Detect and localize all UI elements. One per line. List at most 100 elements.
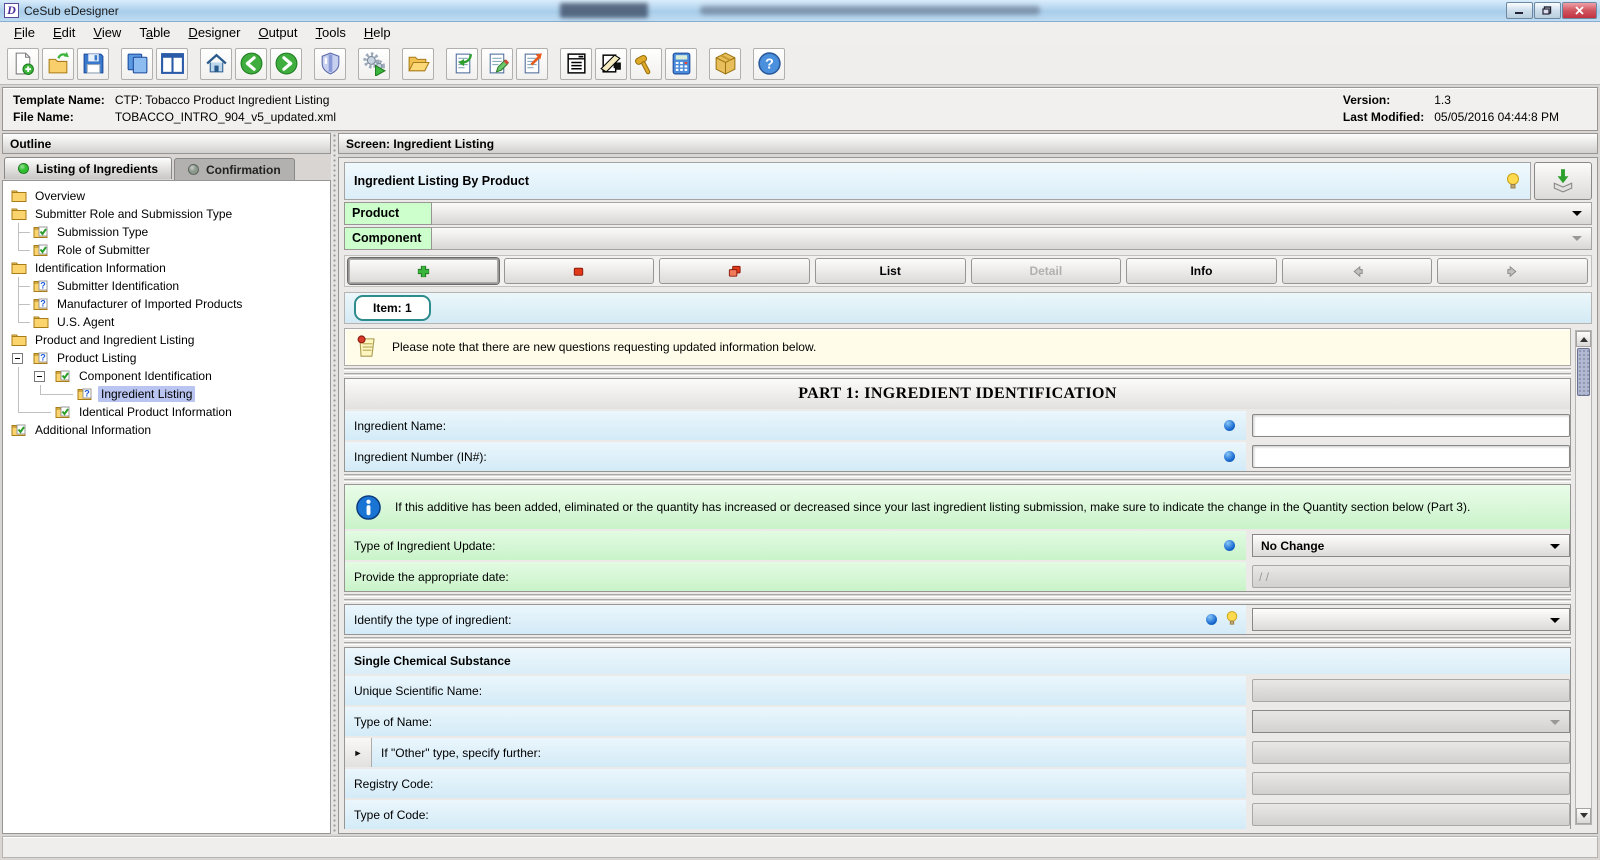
- form-row-type-of-name: Type of Name:: [345, 707, 1570, 736]
- maximize-button[interactable]: [1534, 2, 1561, 19]
- back-button[interactable]: [235, 47, 267, 80]
- template-name-value: CTP: Tobacco Product Ingredient Listing: [114, 93, 330, 107]
- tree-item-additional-information[interactable]: Additional Information: [11, 421, 330, 439]
- info-button[interactable]: Info: [1126, 258, 1277, 284]
- duplicate-view-button[interactable]: [121, 47, 153, 80]
- required-dot-icon: [1224, 420, 1235, 431]
- list-button[interactable]: List: [814, 258, 966, 284]
- help-button[interactable]: ?: [753, 47, 785, 80]
- new-document-button[interactable]: [7, 47, 39, 80]
- scroll-up-button[interactable]: [1576, 331, 1591, 347]
- selector-label-component: Component: [344, 227, 432, 250]
- tree-item-identification-information[interactable]: Identification Information: [11, 259, 330, 277]
- selector-label-product: Product: [344, 202, 432, 225]
- open-folder-button[interactable]: [402, 47, 434, 80]
- home-icon: [204, 51, 229, 76]
- calculator-button[interactable]: [665, 47, 697, 80]
- add-button[interactable]: [348, 258, 499, 284]
- edit-document-button[interactable]: [481, 47, 513, 80]
- tree-item-identical-product-information[interactable]: Identical Product Information: [11, 403, 330, 421]
- template-info-bar: Template Name: CTP: Tobacco Product Ingr…: [2, 87, 1598, 131]
- import-document-icon: [450, 51, 475, 76]
- menu-tools[interactable]: Tools: [307, 23, 355, 42]
- form-view-button[interactable]: [560, 47, 592, 80]
- file-name-label: File Name:: [13, 110, 74, 124]
- menu-view[interactable]: View: [84, 23, 130, 42]
- export-document-button[interactable]: [516, 47, 548, 80]
- field-label-text: If "Other" type, specify further:: [381, 745, 541, 760]
- menu-file[interactable]: File: [5, 23, 44, 42]
- tree-item-submitter-role-and-submission-type[interactable]: Submitter Role and Submission Type: [11, 205, 330, 223]
- tree-item-component-identification[interactable]: Component Identification: [11, 367, 330, 385]
- menu-help[interactable]: Help: [355, 23, 400, 42]
- form-row-unique-scientific-name: Unique Scientific Name:: [345, 676, 1570, 705]
- form-view-icon: [564, 51, 589, 76]
- field-input-ingredient-number-in[interactable]: [1252, 445, 1570, 468]
- validate-shield-button[interactable]: [314, 47, 346, 80]
- generate-gears-button[interactable]: [358, 47, 390, 80]
- copy-button[interactable]: [659, 258, 810, 284]
- gavel-button[interactable]: [630, 47, 662, 80]
- home-button[interactable]: [200, 47, 232, 80]
- selector-dropdown-product[interactable]: [432, 202, 1592, 225]
- scrollbar-thumb[interactable]: [1577, 348, 1590, 396]
- field-input-ingredient-name[interactable]: [1252, 414, 1570, 437]
- generate-gears-icon: [362, 51, 387, 76]
- menu-designer[interactable]: Designer: [179, 23, 249, 42]
- tab-confirmation[interactable]: Confirmation: [174, 158, 295, 180]
- save-button[interactable]: [77, 47, 109, 80]
- menu-table[interactable]: Table: [130, 23, 179, 42]
- menu-edit[interactable]: Edit: [44, 23, 84, 42]
- tree-connector: [11, 367, 33, 385]
- open-template-icon: [46, 51, 71, 76]
- tree-item-submitter-identification[interactable]: ? Submitter Identification: [11, 277, 330, 295]
- tree-expander[interactable]: [33, 367, 55, 385]
- page-setup-button[interactable]: [595, 47, 627, 80]
- collapse-icon[interactable]: [12, 353, 23, 364]
- field-control: [1252, 676, 1570, 705]
- download-button[interactable]: [1534, 162, 1592, 200]
- group-divider: [344, 635, 1571, 647]
- collapse-icon[interactable]: [34, 371, 45, 382]
- form-group-box: If this additive has been added, elimina…: [344, 484, 1571, 592]
- forward-button[interactable]: [270, 47, 302, 80]
- item-tab[interactable]: Item: 1: [354, 295, 431, 321]
- tree-item-manufacturer-of-imported-products[interactable]: ? Manufacturer of Imported Products: [11, 295, 330, 313]
- tree-item-submission-type[interactable]: Submission Type: [11, 223, 330, 241]
- field-control: [1252, 738, 1570, 767]
- field-label: Type of Ingredient Update:: [345, 531, 1246, 560]
- tree-item-label: Submitter Role and Submission Type: [35, 207, 233, 221]
- package-button[interactable]: [709, 47, 741, 80]
- tab-status-dot: [18, 163, 29, 174]
- import-document-button[interactable]: [446, 47, 478, 80]
- tree-item-overview[interactable]: Overview: [11, 187, 330, 205]
- arrow-left-icon: [1350, 264, 1365, 279]
- item-tab-strip: Item: 1: [344, 292, 1592, 324]
- scroll-down-button[interactable]: [1576, 808, 1591, 824]
- tab-listing-of-ingredients[interactable]: Listing of Ingredients: [4, 157, 172, 179]
- minimize-button[interactable]: [1506, 2, 1533, 19]
- selector-dropdown-component: [432, 227, 1592, 250]
- tree-item-product-listing[interactable]: ? Product Listing: [11, 349, 330, 367]
- tree-expander[interactable]: [11, 349, 33, 367]
- bulb-icon: [1505, 172, 1521, 190]
- selector-row-product: Product: [344, 202, 1592, 225]
- tree-item-product-and-ingredient-listing[interactable]: Product and Ingredient Listing: [11, 331, 330, 349]
- tree-item-ingredient-listing[interactable]: ? Ingredient Listing: [11, 385, 330, 403]
- field-select-identify-the-type-of-ingredient[interactable]: [1252, 608, 1570, 631]
- tree-connector: [11, 223, 33, 241]
- tree-item-label: Overview: [35, 189, 86, 203]
- field-select-type-of-name: [1252, 710, 1570, 733]
- tree-item-u-s-agent[interactable]: U.S. Agent: [11, 313, 330, 331]
- status-bar: [2, 836, 1598, 858]
- split-view-button[interactable]: [156, 47, 188, 80]
- vertical-scrollbar[interactable]: [1575, 330, 1592, 825]
- background-window-blur: [560, 3, 648, 18]
- menu-output[interactable]: Output: [249, 23, 306, 42]
- remove-button[interactable]: [503, 258, 655, 284]
- open-template-button[interactable]: [42, 47, 74, 80]
- tree-item-role-of-submitter[interactable]: Role of Submitter: [11, 241, 330, 259]
- close-button[interactable]: [1562, 2, 1597, 19]
- field-select-type-of-ingredient-update[interactable]: No Change: [1252, 534, 1570, 557]
- panel-splitter[interactable]: [331, 133, 338, 834]
